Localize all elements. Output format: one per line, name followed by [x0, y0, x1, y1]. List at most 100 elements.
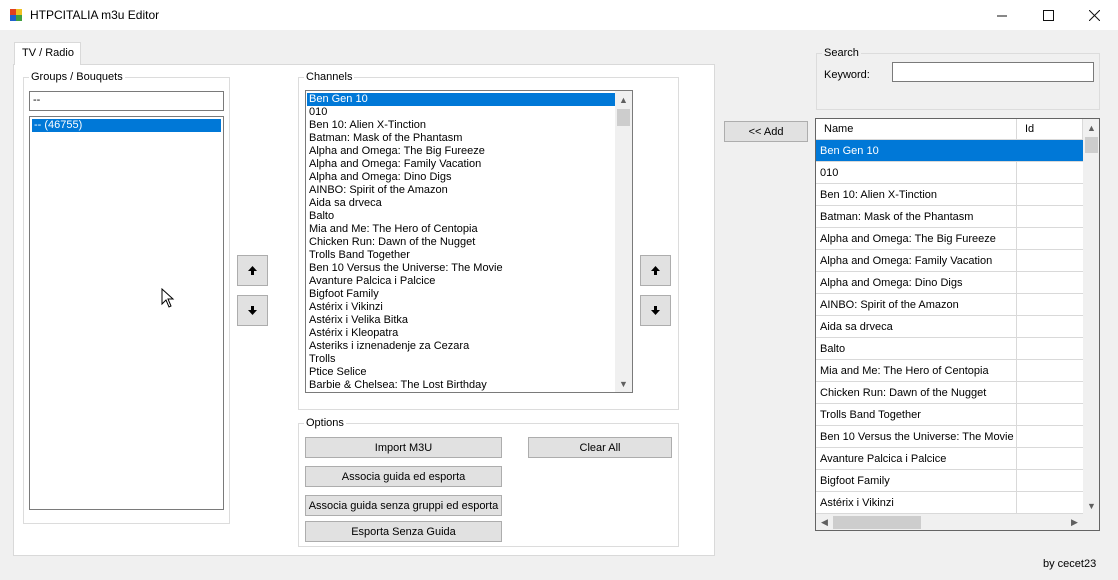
cell-name[interactable]: Batman: Mask of the Phantasm	[816, 206, 1017, 227]
group-move-up-button[interactable]	[237, 255, 268, 286]
channel-item[interactable]: 010	[307, 106, 615, 119]
cell-id[interactable]	[1017, 272, 1083, 293]
cell-id[interactable]	[1017, 382, 1083, 403]
channel-item[interactable]: Mia and Me: The Hero of Centopia	[307, 223, 615, 236]
scroll-up-icon[interactable]: ▲	[1083, 119, 1099, 136]
cell-id[interactable]	[1017, 140, 1083, 161]
channel-item[interactable]: AINBO: Spirit of the Amazon	[307, 184, 615, 197]
table-row[interactable]: Balto	[816, 338, 1083, 360]
table-row[interactable]: Avanture Palcica i Palcice	[816, 448, 1083, 470]
scroll-up-icon[interactable]: ▲	[615, 91, 632, 108]
table-row[interactable]: Aida sa drveca	[816, 316, 1083, 338]
channel-item[interactable]: Balto	[307, 210, 615, 223]
table-row[interactable]: Astérix i Vikinzi	[816, 492, 1083, 514]
channel-item[interactable]: Trolls Band Together	[307, 249, 615, 262]
cell-name[interactable]: Ben 10: Alien X-Tinction	[816, 184, 1017, 205]
export-with-guide-button[interactable]: Associa guida ed esporta	[305, 466, 502, 487]
cell-name[interactable]: Alpha and Omega: Dino Digs	[816, 272, 1017, 293]
channel-item[interactable]: Aida sa drveca	[307, 197, 615, 210]
clear-all-button[interactable]: Clear All	[528, 437, 672, 458]
channel-item[interactable]: Ben 10: Alien X-Tinction	[307, 119, 615, 132]
cell-name[interactable]: 010	[816, 162, 1017, 183]
table-row[interactable]: Trolls Band Together	[816, 404, 1083, 426]
scrollbar-thumb[interactable]	[1085, 137, 1098, 153]
cell-id[interactable]	[1017, 184, 1083, 205]
grid-horizontal-scrollbar[interactable]: ◀ ▶	[816, 514, 1083, 530]
import-m3u-button[interactable]: Import M3U	[305, 437, 502, 458]
cell-id[interactable]	[1017, 448, 1083, 469]
table-row[interactable]: Ben 10 Versus the Universe: The Movie	[816, 426, 1083, 448]
table-row[interactable]: AINBO: Spirit of the Amazon	[816, 294, 1083, 316]
cell-name[interactable]: Bigfoot Family	[816, 470, 1017, 491]
export-no-guide-button[interactable]: Esporta Senza Guida	[305, 521, 502, 542]
channel-item[interactable]: Astérix i Kleopatra	[307, 327, 615, 340]
maximize-button[interactable]	[1025, 0, 1071, 31]
cell-id[interactable]	[1017, 294, 1083, 315]
table-row[interactable]: 010	[816, 162, 1083, 184]
cell-name[interactable]: Chicken Run: Dawn of the Nugget	[816, 382, 1017, 403]
scrollbar-thumb[interactable]	[833, 516, 921, 529]
table-row[interactable]: Bigfoot Family	[816, 470, 1083, 492]
channel-item[interactable]: Alpha and Omega: Family Vacation	[307, 158, 615, 171]
channel-item[interactable]: Ptice Selice	[307, 366, 615, 379]
channel-item[interactable]: Ben Gen 10	[307, 93, 615, 106]
channel-move-up-button[interactable]	[640, 255, 671, 286]
table-row[interactable]: Alpha and Omega: The Big Fureeze	[816, 228, 1083, 250]
channels-scrollbar[interactable]: ▲ ▼	[615, 91, 632, 392]
cell-id[interactable]	[1017, 250, 1083, 271]
table-row[interactable]: Chicken Run: Dawn of the Nugget	[816, 382, 1083, 404]
channel-item[interactable]: Chicken Run: Dawn of the Nugget	[307, 236, 615, 249]
cell-name[interactable]: Trolls Band Together	[816, 404, 1017, 425]
table-row[interactable]: Alpha and Omega: Family Vacation	[816, 250, 1083, 272]
cell-id[interactable]	[1017, 206, 1083, 227]
cell-name[interactable]: Mia and Me: The Hero of Centopia	[816, 360, 1017, 381]
cell-name[interactable]: Alpha and Omega: Family Vacation	[816, 250, 1017, 271]
cell-id[interactable]	[1017, 162, 1083, 183]
table-row[interactable]: Batman: Mask of the Phantasm	[816, 206, 1083, 228]
channel-item[interactable]: Trolls	[307, 353, 615, 366]
tab-tv-radio[interactable]: TV / Radio	[14, 42, 81, 65]
group-move-down-button[interactable]	[237, 295, 268, 326]
cell-id[interactable]	[1017, 426, 1083, 447]
cell-id[interactable]	[1017, 338, 1083, 359]
scrollbar-thumb[interactable]	[617, 109, 630, 126]
channel-item[interactable]: Asteriks i iznenadenje za Cezara	[307, 340, 615, 353]
channel-item[interactable]: Batman: Mask of the Phantasm	[307, 132, 615, 145]
channel-item[interactable]: Ben 10 Versus the Universe: The Movie	[307, 262, 615, 275]
column-header-id[interactable]: Id	[1017, 119, 1083, 140]
scroll-down-icon[interactable]: ▼	[1083, 497, 1099, 514]
keyword-input[interactable]	[892, 62, 1094, 82]
scroll-right-icon[interactable]: ▶	[1066, 514, 1083, 530]
cell-name[interactable]: Astérix i Vikinzi	[816, 492, 1017, 513]
channels-listbox[interactable]: Ben Gen 10 010 Ben 10: Alien X-Tinction Bat…	[305, 90, 633, 393]
scroll-down-icon[interactable]: ▼	[615, 375, 632, 392]
table-row[interactable]: Mia and Me: The Hero of Centopia	[816, 360, 1083, 382]
minimize-button[interactable]	[979, 0, 1025, 31]
cell-id[interactable]	[1017, 360, 1083, 381]
channel-item[interactable]: Astérix i Velika Bitka	[307, 314, 615, 327]
cell-id[interactable]	[1017, 228, 1083, 249]
search-results-grid[interactable]: Name Id Ben Gen 10 010 Ben 10: Alien X-Tin…	[815, 118, 1100, 531]
column-header-name[interactable]: Name	[816, 119, 1017, 140]
cell-name[interactable]: Ben Gen 10	[816, 140, 1017, 161]
channel-item[interactable]: Bigfoot Family	[307, 288, 615, 301]
cell-name[interactable]: Alpha and Omega: The Big Fureeze	[816, 228, 1017, 249]
channel-move-down-button[interactable]	[640, 295, 671, 326]
cell-name[interactable]: Avanture Palcica i Palcice	[816, 448, 1017, 469]
table-row[interactable]: Ben Gen 10	[816, 140, 1083, 162]
channel-item[interactable]: Avanture Palcica i Palcice	[307, 275, 615, 288]
cell-id[interactable]	[1017, 470, 1083, 491]
cell-id[interactable]	[1017, 492, 1083, 513]
cell-id[interactable]	[1017, 404, 1083, 425]
title-bar[interactable]: HTPCITALIA m3u Editor	[0, 0, 1118, 31]
add-button[interactable]: << Add	[724, 121, 808, 142]
export-guide-no-groups-button[interactable]: Associa guida senza gruppi ed esporta	[305, 495, 502, 516]
groups-listbox[interactable]: -- (46755)	[29, 116, 224, 510]
grid-vertical-scrollbar[interactable]: ▲ ▼	[1083, 119, 1099, 514]
groups-filter-input[interactable]: --	[29, 91, 224, 111]
table-row[interactable]: Alpha and Omega: Dino Digs	[816, 272, 1083, 294]
channel-item[interactable]: Alpha and Omega: Dino Digs	[307, 171, 615, 184]
channel-item[interactable]: Astérix i Vikinzi	[307, 301, 615, 314]
close-button[interactable]	[1071, 0, 1117, 31]
cell-name[interactable]: AINBO: Spirit of the Amazon	[816, 294, 1017, 315]
